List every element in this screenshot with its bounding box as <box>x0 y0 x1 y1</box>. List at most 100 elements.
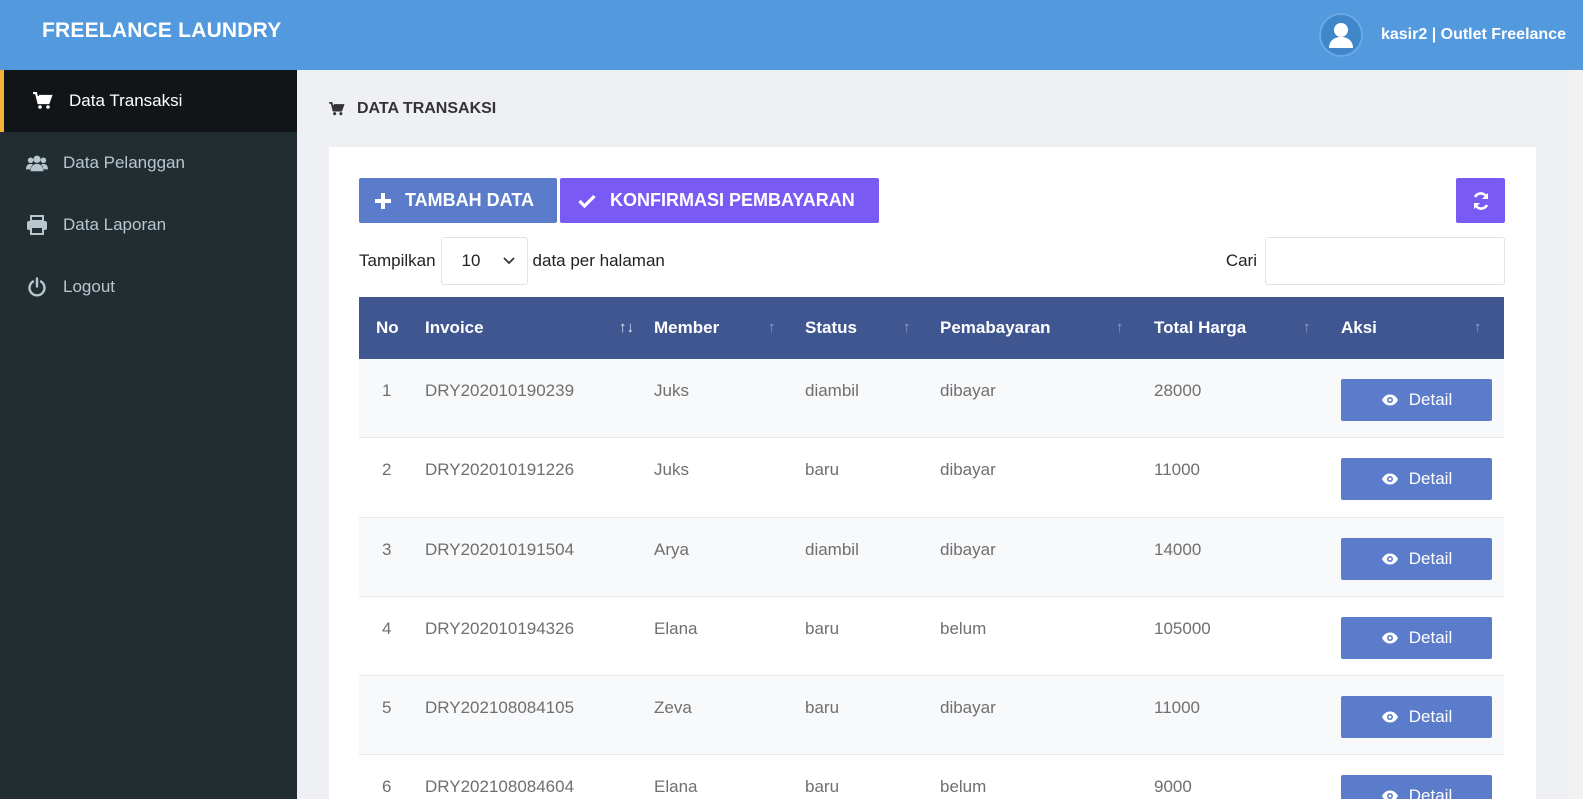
user-label[interactable]: kasir2 | Outlet Freelance <box>1381 26 1566 44</box>
cell-payment: dibayar <box>940 539 996 559</box>
cell-member: Elana <box>654 777 698 797</box>
eye-icon <box>1381 553 1398 565</box>
page-title: DATA TRANSAKSI <box>357 100 497 117</box>
cell-no: 2 <box>382 460 392 480</box>
sort-icon[interactable]: ↑ <box>1474 319 1482 336</box>
transaction-card: TAMBAH DATA KONFIRMASI PEMBAYARAN Tampil… <box>329 147 1536 799</box>
page-scrollbar[interactable] <box>1568 70 1583 799</box>
cell-invoice: DRY202010194326 <box>425 618 575 638</box>
sidebar: Data Transaksi Data Pelanggan Data Lapor… <box>0 70 297 799</box>
users-icon <box>26 152 48 174</box>
table-row: 1 DRY202010190239 Juks diambil dibayar 28000 D… <box>359 359 1504 439</box>
cell-total: 9000 <box>1154 777 1192 797</box>
table-row: 3 DRY202010191504 Arya diambil dibayar 14000 D… <box>359 517 1504 597</box>
cell-invoice: DRY202108084105 <box>425 698 575 718</box>
column-header-action[interactable]: Aksi <box>1341 297 1377 359</box>
cell-total: 11000 <box>1154 460 1201 480</box>
cell-total: 14000 <box>1154 539 1202 559</box>
eye-icon <box>1381 790 1398 799</box>
sidebar-item-label: Data Pelanggan <box>63 153 185 172</box>
sidebar-item-logout[interactable]: Logout <box>0 256 297 318</box>
cell-no: 1 <box>382 381 392 400</box>
refresh-button[interactable] <box>1456 178 1505 223</box>
cell-status: diambil <box>805 539 859 559</box>
detail-label: Detail <box>1408 786 1453 799</box>
detail-button[interactable]: Detail <box>1341 458 1492 501</box>
detail-label: Detail <box>1408 390 1453 409</box>
column-header-no[interactable]: No <box>376 297 399 359</box>
column-header-member[interactable]: Member <box>654 297 719 359</box>
detail-button[interactable]: Detail <box>1341 537 1492 580</box>
table-row: 4 DRY202010194326 Elana baru belum 105000 Deta… <box>359 597 1504 677</box>
sort-both-icon[interactable]: ↑↓ <box>619 319 634 336</box>
cell-no: 6 <box>382 777 392 797</box>
column-header-invoice[interactable]: Invoice <box>425 297 484 359</box>
top-navbar: FREELANCE LAUNDRY kasir2 | Outlet Freela… <box>0 0 1583 70</box>
cell-invoice: DRY202010191226 <box>425 460 575 480</box>
brand-title[interactable]: FREELANCE LAUNDRY <box>42 19 281 43</box>
cell-status: diambil <box>805 381 859 400</box>
table-header: No Invoice ↑↓ Member ↑ Status ↑ Pemabaya… <box>359 297 1504 359</box>
add-data-button[interactable]: TAMBAH DATA <box>359 178 557 223</box>
cell-payment: dibayar <box>940 381 996 400</box>
page-length-control: Tampilkan 10 data per halaman <box>359 237 665 285</box>
eye-icon <box>1381 394 1398 406</box>
refresh-icon <box>1473 191 1488 210</box>
main-content: DATA TRANSAKSI TAMBAH DATA KONFIRMASI PE… <box>297 70 1568 799</box>
plus-icon <box>375 192 391 209</box>
sort-icon[interactable]: ↑ <box>768 319 776 336</box>
page-length-value: 10 <box>461 251 481 270</box>
confirm-payment-label: KONFIRMASI PEMBAYARAN <box>610 190 855 210</box>
cell-payment: belum <box>940 777 987 797</box>
cell-invoice: DRY202010190239 <box>425 381 575 400</box>
cell-status: baru <box>805 618 840 638</box>
search-label: Cari <box>1225 251 1257 270</box>
sidebar-item-data-transaksi[interactable]: Data Transaksi <box>0 70 297 132</box>
cell-no: 5 <box>382 698 392 718</box>
cart-icon <box>329 101 345 117</box>
cell-payment: dibayar <box>940 698 996 718</box>
cell-payment: belum <box>940 618 987 638</box>
column-header-status[interactable]: Status <box>805 297 857 359</box>
page-length-suffix: data per halaman <box>532 251 665 270</box>
table-row: 6 DRY202108084604 Elana baru belum 9000 Detail <box>359 755 1504 799</box>
printer-icon <box>26 214 48 236</box>
power-icon <box>26 276 48 298</box>
sidebar-item-data-laporan[interactable]: Data Laporan <box>0 194 297 256</box>
detail-button[interactable]: Detail <box>1341 616 1492 659</box>
detail-button[interactable]: Detail <box>1341 379 1492 421</box>
sidebar-item-label: Data Transaksi <box>69 91 183 110</box>
add-data-label: TAMBAH DATA <box>405 190 534 210</box>
sort-icon[interactable]: ↑ <box>903 319 911 336</box>
page-length-prefix: Tampilkan <box>359 251 436 270</box>
cell-total: 105000 <box>1154 618 1211 638</box>
cell-member: Arya <box>654 539 689 559</box>
detail-label: Detail <box>1408 627 1453 647</box>
confirm-payment-button[interactable]: KONFIRMASI PEMBAYARAN <box>560 178 879 223</box>
detail-button[interactable]: Detail <box>1341 696 1492 739</box>
table-body: 1 DRY202010190239 Juks diambil dibayar 28000 D… <box>359 359 1504 799</box>
user-menu[interactable]: kasir2 | Outlet Freelance <box>1318 12 1566 58</box>
search-control: Cari <box>1226 237 1505 285</box>
user-avatar-icon[interactable] <box>1318 13 1363 57</box>
cell-member: Juks <box>654 381 689 400</box>
cell-status: baru <box>805 698 840 718</box>
page-length-select[interactable]: 10 <box>440 237 528 285</box>
column-header-payment[interactable]: Pemabayaran <box>940 297 1051 359</box>
chevron-down-icon <box>502 257 515 265</box>
eye-icon <box>1381 711 1398 723</box>
detail-button[interactable]: Detail <box>1341 775 1492 799</box>
cell-payment: dibayar <box>940 460 996 480</box>
table-row: 5 DRY202108084105 Zeva baru dibayar 11000 Deta… <box>359 676 1504 756</box>
search-input[interactable] <box>1265 237 1505 285</box>
cell-invoice: DRY202010191504 <box>425 539 575 559</box>
page-header: DATA TRANSAKSI <box>329 100 496 118</box>
transaction-table: No Invoice ↑↓ Member ↑ Status ↑ Pemabaya… <box>359 297 1504 799</box>
column-header-total[interactable]: Total Harga <box>1154 297 1246 359</box>
sort-icon[interactable]: ↑ <box>1303 319 1311 336</box>
sort-icon[interactable]: ↑ <box>1116 319 1124 336</box>
cell-status: baru <box>805 777 840 797</box>
sidebar-item-data-pelanggan[interactable]: Data Pelanggan <box>0 132 297 194</box>
cell-status: baru <box>805 460 840 480</box>
cell-total: 28000 <box>1154 381 1202 400</box>
